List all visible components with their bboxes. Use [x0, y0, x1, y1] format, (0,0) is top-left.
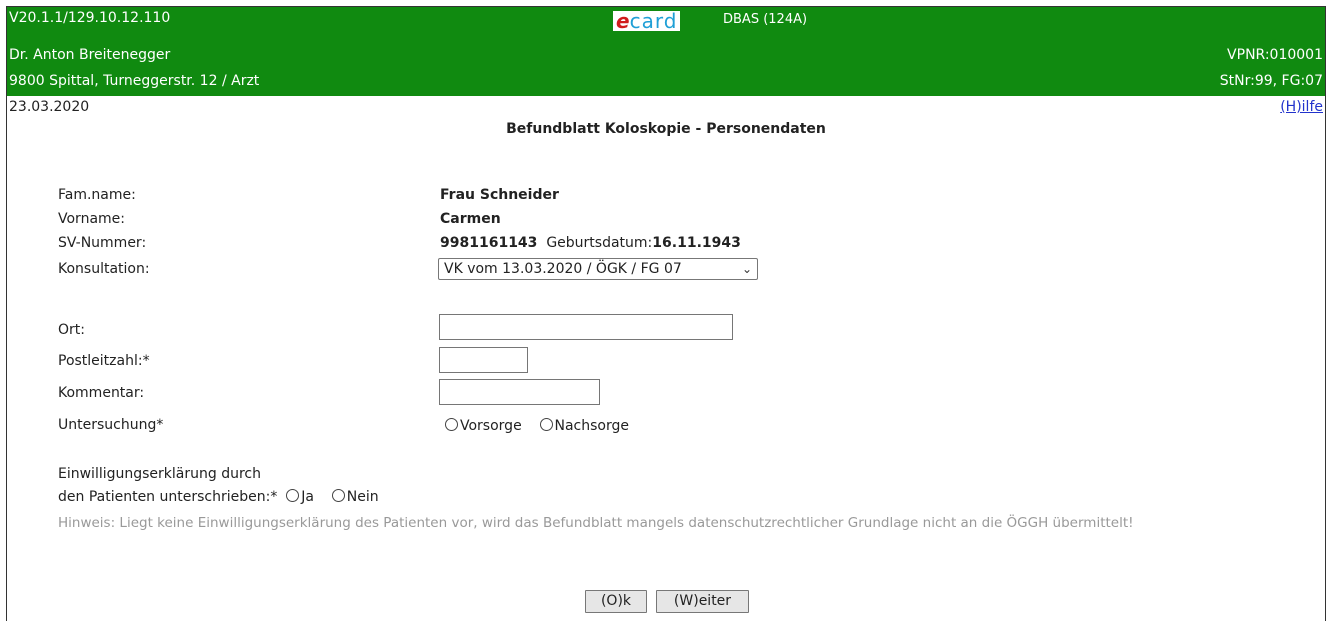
- einwilligung-label-line1: Einwilligungserklärung durch: [58, 466, 261, 482]
- plz-label: Postleitzahl:*: [58, 353, 150, 369]
- postleitzahl-input[interactable]: [439, 347, 528, 373]
- famname-value: Frau Schneider: [440, 187, 559, 203]
- sv-value: 9981161143: [440, 235, 538, 251]
- ort-label: Ort:: [58, 322, 85, 338]
- doctor-address: 9800 Spittal, Turneggerstr. 12 / Arzt: [9, 73, 260, 89]
- einwilligung-label-line2: den Patienten unterschrieben:*: [58, 489, 278, 505]
- header-bar: V20.1.1/129.10.12.110 ecard DBAS (124A) …: [7, 7, 1325, 96]
- famname-label: Fam.name:: [58, 187, 136, 203]
- geburtsdatum-label: Geburtsdatum:: [546, 235, 653, 251]
- ecard-logo-area: ecard DBAS (124A): [613, 11, 807, 31]
- privacy-hint: Hinweis: Liegt keine Einwilligungserklär…: [58, 515, 1134, 531]
- kommentar-label: Kommentar:: [58, 385, 145, 401]
- geburtsdatum-value: 16.11.1943: [652, 235, 741, 251]
- sv-row: 9981161143 Geburtsdatum:16.11.1943: [440, 235, 741, 251]
- untersuchung-radio-group: Vorsorge Nachsorge: [445, 418, 629, 434]
- system-label: DBAS (124A): [723, 12, 808, 27]
- radio-nein-label: Nein: [346, 489, 379, 505]
- help-link[interactable]: (H)ilfe: [1280, 99, 1323, 115]
- radio-circle-icon[interactable]: [539, 418, 553, 431]
- header-row-2: Dr. Anton Breitenegger VPNR:010001: [7, 44, 1325, 66]
- kommentar-input[interactable]: [439, 379, 600, 405]
- app-window: V20.1.1/129.10.12.110 ecard DBAS (124A) …: [6, 6, 1326, 621]
- radio-nachsorge-label: Nachsorge: [554, 418, 630, 434]
- ecard-logo: ecard: [613, 11, 681, 31]
- konsultation-selected-value: VK vom 13.03.2020 / ÖGK / FG 07: [444, 261, 682, 277]
- ok-button[interactable]: (O)k: [585, 590, 647, 613]
- vorname-label: Vorname:: [58, 211, 125, 227]
- header-row-3: 9800 Spittal, Turneggerstr. 12 / Arzt St…: [7, 70, 1325, 92]
- stnr: StNr:99, FG:07: [1219, 73, 1323, 89]
- chevron-down-icon: ⌄: [741, 262, 752, 276]
- version-ip: V20.1.1/129.10.12.110: [9, 10, 171, 26]
- radio-ja[interactable]: Ja: [286, 489, 314, 505]
- radio-circle-icon[interactable]: [331, 489, 345, 502]
- radio-vorsorge-label: Vorsorge: [460, 418, 522, 434]
- weiter-button[interactable]: (W)eiter: [656, 590, 749, 613]
- doctor-name: Dr. Anton Breitenegger: [9, 47, 171, 63]
- radio-vorsorge[interactable]: Vorsorge: [445, 418, 522, 434]
- radio-circle-icon[interactable]: [286, 489, 300, 502]
- ort-input[interactable]: [439, 314, 733, 340]
- konsultation-select[interactable]: VK vom 13.03.2020 / ÖGK / FG 07 ⌄: [438, 258, 758, 280]
- radio-ja-label: Ja: [301, 489, 314, 505]
- radio-nachsorge[interactable]: Nachsorge: [539, 418, 630, 434]
- vpnr: VPNR:010001: [1227, 47, 1323, 63]
- radio-nein[interactable]: Nein: [331, 489, 379, 505]
- vorname-value: Carmen: [440, 211, 501, 227]
- untersuchung-label: Untersuchung*: [58, 417, 164, 433]
- einwilligung-row: den Patienten unterschrieben:* Ja Nein: [58, 489, 379, 505]
- sv-label: SV-Nummer:: [58, 235, 147, 251]
- radio-circle-icon[interactable]: [445, 418, 458, 431]
- konsultation-label: Konsultation:: [58, 261, 150, 277]
- current-date: 23.03.2020: [9, 99, 90, 115]
- page-title: Befundblatt Koloskopie - Personendaten: [506, 121, 826, 137]
